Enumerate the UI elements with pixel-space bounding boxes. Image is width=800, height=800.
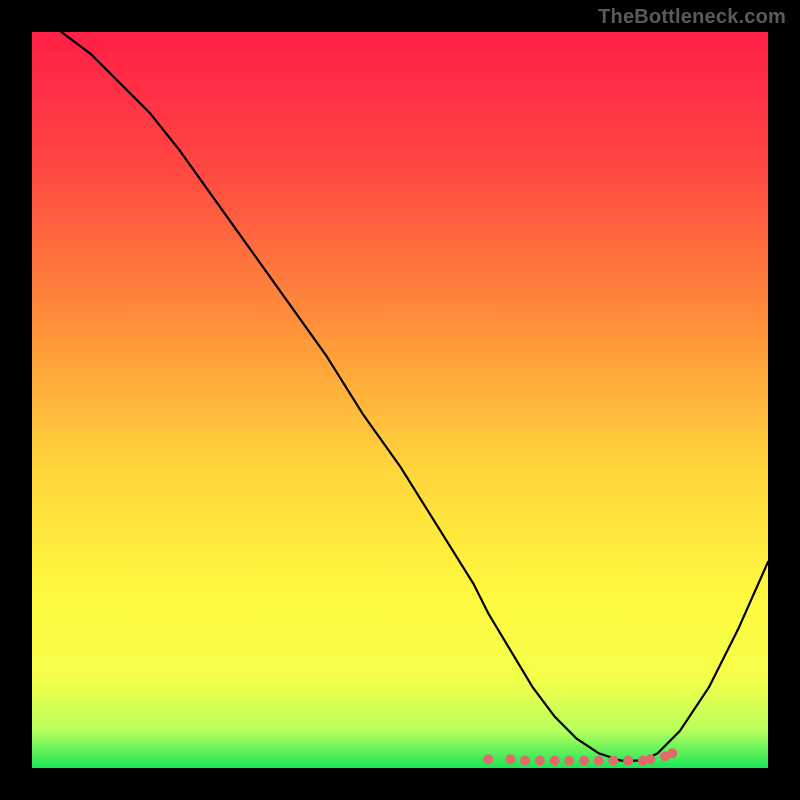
bottleneck-chart xyxy=(32,32,768,768)
optimal-point xyxy=(505,754,515,764)
optimal-point xyxy=(564,756,574,766)
optimal-point xyxy=(594,756,604,766)
optimal-point xyxy=(667,748,677,758)
gradient-background xyxy=(32,32,768,768)
optimal-point xyxy=(623,756,633,766)
optimal-point xyxy=(645,754,655,764)
chart-frame xyxy=(32,32,768,768)
optimal-point xyxy=(483,754,493,764)
optimal-point xyxy=(550,756,560,766)
watermark-text: TheBottleneck.com xyxy=(598,6,786,29)
optimal-point xyxy=(579,756,589,766)
optimal-point xyxy=(608,756,618,766)
optimal-point xyxy=(535,756,545,766)
optimal-point xyxy=(520,756,530,766)
